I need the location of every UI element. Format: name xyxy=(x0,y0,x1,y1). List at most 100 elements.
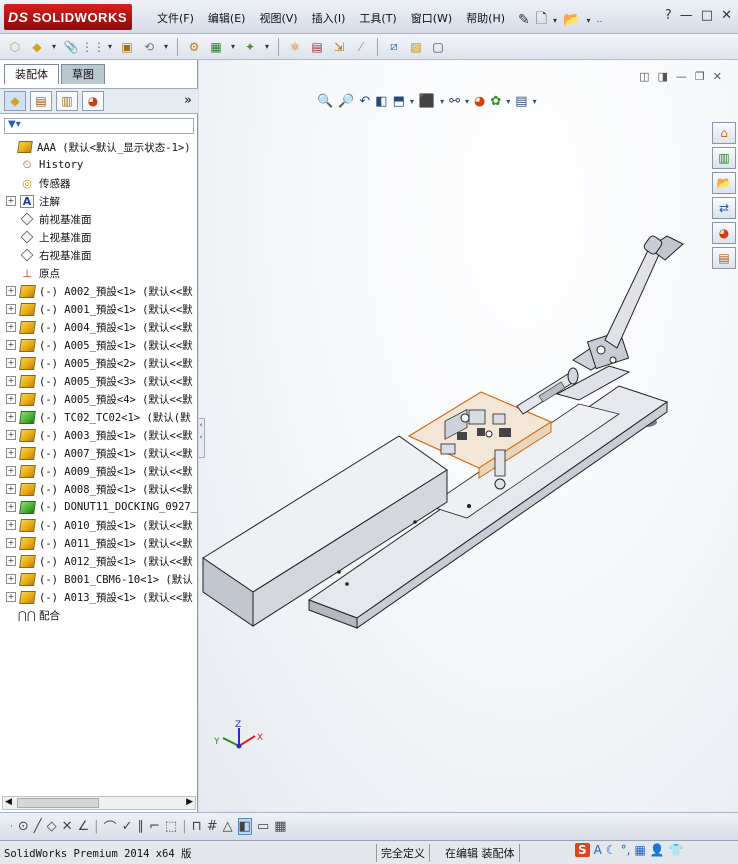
new-part-icon[interactable]: ◆ xyxy=(28,38,46,56)
scroll-left-arrow-icon[interactable]: ◀ xyxy=(5,797,12,807)
tab-assembly[interactable]: 装配体 xyxy=(4,64,59,84)
check-icon[interactable]: ✓ xyxy=(122,819,133,834)
tree-item[interactable]: + (-) A003_預設<1> (默认<<默 xyxy=(6,426,193,444)
property-manager-tab-icon[interactable]: ▤ xyxy=(30,91,52,111)
design-library-icon[interactable]: ▥ xyxy=(712,147,736,169)
point-icon[interactable]: · xyxy=(10,822,13,832)
show-hidden-icon[interactable]: ⚙ xyxy=(185,38,203,56)
tree-item[interactable]: + (-) A002_預設<1> (默认<<默 xyxy=(6,282,193,300)
tree-item[interactable]: + (-) B001_CBM6-10<1> (默认 xyxy=(6,570,193,588)
sogou-ime-icon[interactable]: S xyxy=(575,843,590,857)
new-motion-study-icon[interactable]: ⚛ xyxy=(286,38,304,56)
tree-item[interactable]: ⋂⋂ 配合 xyxy=(6,606,60,624)
tree-expand-toggle[interactable]: + xyxy=(6,466,16,476)
polygon-icon[interactable]: ◇ xyxy=(47,819,57,834)
tree-item[interactable]: ⊥ 原点 xyxy=(6,264,60,282)
menu-edit[interactable]: 编辑(E) xyxy=(201,10,253,26)
tree-item[interactable]: + (-) A009_預設<1> (默认<<默 xyxy=(6,462,193,480)
grid-icon[interactable]: # xyxy=(207,819,218,834)
tree-filter-input[interactable]: ▼▾ xyxy=(4,118,194,134)
tree-item[interactable]: + (-) A005_預設<2> (默认<<默 xyxy=(6,354,193,372)
configuration-manager-tab-icon[interactable]: ▥ xyxy=(56,91,78,111)
tree-expand-toggle[interactable]: + xyxy=(6,322,16,332)
tree-item[interactable]: + (-) A005_預設<1> (默认<<默 xyxy=(6,336,193,354)
tree-expand-toggle[interactable]: + xyxy=(6,304,16,314)
tree-item[interactable]: AAA (默认<默认_显示状态-1>) xyxy=(4,138,191,156)
dropdown-arrow-icon[interactable]: ▾ xyxy=(586,16,590,25)
insert-component-icon[interactable]: ⬡ xyxy=(6,38,24,56)
tree-item[interactable]: + (-) DONUT11_DOCKING_0927_ xyxy=(6,498,197,516)
tree-expand-toggle[interactable]: + xyxy=(6,448,16,458)
tree-item[interactable]: + (-) A008_預設<1> (默认<<默 xyxy=(6,480,193,498)
tree-item[interactable]: ⏲ History xyxy=(6,156,84,174)
tree-item[interactable]: ◎ 传感器 xyxy=(6,174,70,192)
scroll-right-arrow-icon[interactable]: ▶ xyxy=(186,797,193,807)
new-document-icon[interactable]: 🗋 xyxy=(536,8,547,32)
file-explorer-icon[interactable]: 📂 xyxy=(712,172,736,194)
tree-item[interactable]: + (-) A004_預設<1> (默认<<默 xyxy=(6,318,193,336)
line-icon[interactable]: ╱ xyxy=(34,819,42,834)
instant3d-icon[interactable]: ▢ xyxy=(429,38,447,56)
menu-tools[interactable]: 工具(T) xyxy=(352,10,403,26)
tree-item[interactable]: 上视基准面 xyxy=(6,228,92,246)
tree-expand-toggle[interactable]: + xyxy=(6,592,16,602)
tree-item[interactable]: + (-) A001_預設<1> (默认<<默 xyxy=(6,300,193,318)
scrollbar-thumb[interactable] xyxy=(17,798,99,808)
measure-icon[interactable]: △ xyxy=(223,819,233,834)
menu-insert[interactable]: 插入(I) xyxy=(305,10,353,26)
tab-sketch[interactable]: 草图 xyxy=(61,64,105,84)
more-icon[interactable]: ‥ xyxy=(596,15,602,25)
tree-expand-toggle[interactable]: + xyxy=(6,358,16,368)
display-manager-tab-icon[interactable]: ◕ xyxy=(82,91,104,111)
mate-icon[interactable]: 📎 xyxy=(62,38,80,56)
tree-item[interactable]: + (-) A005_預設<3> (默认<<默 xyxy=(6,372,193,390)
expand-tabs-chevron[interactable]: » xyxy=(184,93,192,108)
skin-icon[interactable]: 👕 xyxy=(669,843,684,857)
dropdown-arrow-icon[interactable]: ▾ xyxy=(162,38,170,56)
tree-expand-toggle[interactable]: + xyxy=(6,394,16,404)
dropdown-arrow-icon[interactable]: ▾ xyxy=(553,16,557,25)
dropdown-arrow-icon[interactable]: ▾ xyxy=(263,38,271,56)
solidworks-logo[interactable]: DS SOLIDWORKS xyxy=(4,4,132,30)
arc-icon[interactable]: ⌒ xyxy=(104,817,117,836)
smart-fasteners-icon[interactable]: ▣ xyxy=(118,38,136,56)
dropdown-arrow-icon[interactable]: ▾ xyxy=(106,38,114,56)
open-folder-icon[interactable]: 📂 xyxy=(563,12,580,28)
tree-item[interactable]: 前视基准面 xyxy=(6,210,92,228)
reference-geometry-icon[interactable]: ✦ xyxy=(241,38,259,56)
keyboard-icon[interactable]: ▦ xyxy=(634,843,645,857)
menu-file[interactable]: 文件(F) xyxy=(150,10,201,26)
angle-icon[interactable]: ∠ xyxy=(78,819,90,834)
tree-expand-toggle[interactable]: + xyxy=(6,286,16,296)
user-icon[interactable]: 👤 xyxy=(650,843,665,857)
tree-expand-toggle[interactable]: + xyxy=(6,538,16,548)
dropdown-arrow-icon[interactable]: ▾ xyxy=(229,38,237,56)
dimension-icon[interactable]: ⊓ xyxy=(192,819,202,834)
pin-icon[interactable]: ✎ xyxy=(518,12,530,28)
tree-item[interactable]: + (-) TC02_TC02<1> (默认(默 xyxy=(6,408,191,426)
tree-expand-toggle[interactable]: + xyxy=(6,556,16,566)
move-component-icon[interactable]: ⟲ xyxy=(140,38,158,56)
tree-expand-toggle[interactable]: + xyxy=(6,502,16,512)
table-icon[interactable]: ▦ xyxy=(274,819,286,834)
clearance-verification-icon[interactable]: ▨ xyxy=(407,38,425,56)
rectangle-icon[interactable]: ⬚ xyxy=(165,819,177,834)
linear-pattern-icon[interactable]: ⋮⋮ xyxy=(81,38,105,56)
feature-tree-tab-icon[interactable]: ◆ xyxy=(4,91,26,111)
tree-expand-toggle[interactable]: + xyxy=(6,340,16,350)
tree-expand-toggle[interactable]: + xyxy=(6,574,16,584)
dropdown-arrow-icon[interactable]: ▾ xyxy=(50,38,58,56)
view-palette-icon[interactable]: ⇄ xyxy=(712,197,736,219)
menu-help[interactable]: 帮助(H) xyxy=(459,10,512,26)
moon-icon[interactable]: ☾ xyxy=(606,843,617,857)
appearances-icon[interactable]: ◕ xyxy=(712,222,736,244)
interference-detection-icon[interactable]: ⧄ xyxy=(385,38,403,56)
tree-item[interactable]: + A 注解 xyxy=(6,192,60,210)
circle-icon[interactable]: ⊙ xyxy=(18,819,29,834)
window-icon[interactable]: ▭ xyxy=(257,819,269,834)
corner-icon[interactable]: ⌐ xyxy=(149,819,160,834)
help-icon[interactable]: ? xyxy=(665,8,672,23)
graphics-area[interactable]: ◫ ◨ — ❐ ✕ 🔍 🔎 ↶ ◧ ⬒ ▾ ⬛ ▾ ⚯ ▾ ◕ ✿ ▾ ▤ ▾ … xyxy=(199,60,738,812)
tree-horizontal-scrollbar[interactable]: ◀ ▶ xyxy=(2,796,196,810)
3d-view-icon[interactable]: ◧ xyxy=(237,818,252,835)
